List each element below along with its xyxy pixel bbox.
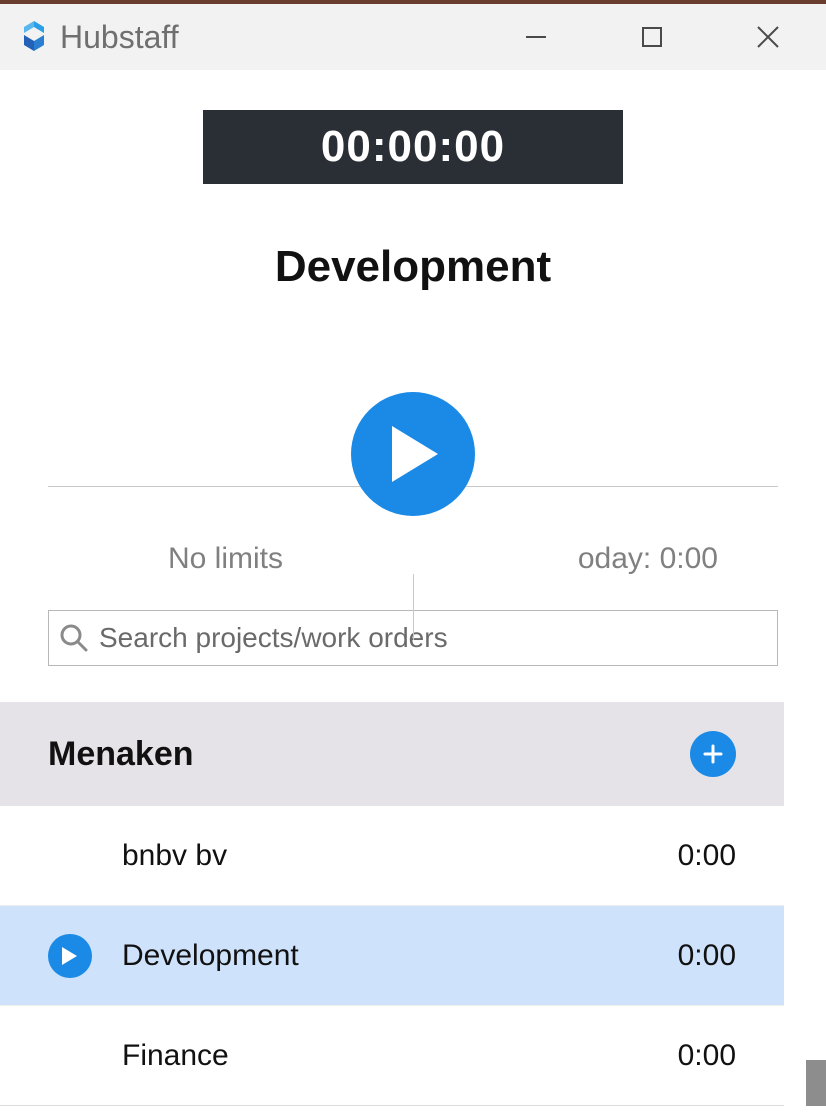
titlebar: Hubstaff [0, 0, 826, 70]
timer-display: 00:00:00 [203, 110, 623, 184]
project-list: Menaken bnbv bv 0:00 [0, 702, 826, 1106]
project-time: 0:00 [678, 839, 736, 873]
play-icon [62, 947, 78, 965]
project-time: 0:00 [678, 1039, 736, 1073]
search-icon [59, 623, 89, 653]
row-indent [48, 934, 122, 978]
status-row: No limits oday: 0:00 [0, 542, 826, 576]
center-tick [413, 574, 414, 640]
close-icon [753, 22, 783, 52]
start-timer-button[interactable] [351, 392, 475, 516]
add-project-button[interactable] [690, 731, 736, 777]
row-play-button[interactable] [48, 934, 92, 978]
maximize-button[interactable] [634, 19, 670, 55]
play-icon [392, 426, 442, 482]
today-label: oday: 0:00 [578, 542, 778, 576]
main-area: 00:00:00 Development No limits oday: 0:0… [0, 70, 826, 1106]
close-button[interactable] [750, 19, 786, 55]
current-project-title: Development [0, 242, 826, 292]
limits-label: No limits [48, 542, 283, 576]
org-header[interactable]: Menaken [0, 702, 784, 806]
org-name: Menaken [48, 735, 194, 774]
app-name: Hubstaff [60, 19, 179, 56]
project-time: 0:00 [678, 939, 736, 973]
window-controls [518, 19, 816, 55]
project-row[interactable]: Finance 0:00 [0, 1006, 784, 1106]
project-name: Development [122, 939, 299, 973]
hubstaff-logo-icon [14, 17, 54, 57]
project-name: bnbv bv [122, 839, 227, 873]
project-row[interactable]: Development 0:00 [0, 906, 784, 1006]
search-input[interactable] [99, 622, 767, 654]
maximize-icon [639, 24, 665, 50]
scrollbar[interactable] [806, 1060, 826, 1106]
minimize-button[interactable] [518, 19, 554, 55]
project-row[interactable]: bnbv bv 0:00 [0, 806, 784, 906]
minimize-icon [522, 23, 550, 51]
plus-icon [701, 742, 725, 766]
app-logo: Hubstaff [14, 17, 179, 57]
play-section [0, 392, 826, 512]
project-name: Finance [122, 1039, 229, 1073]
